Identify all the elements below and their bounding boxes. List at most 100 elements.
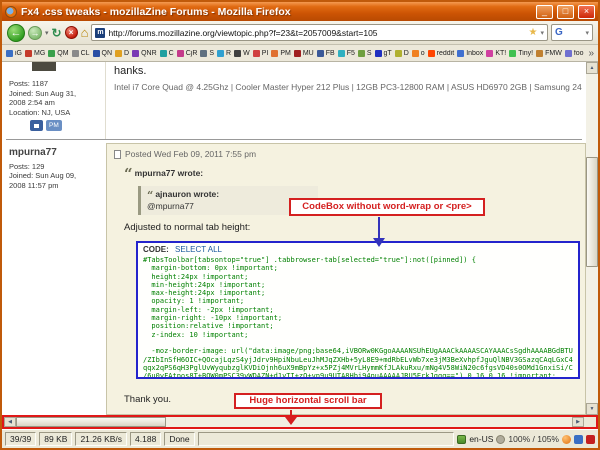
bookmark-item[interactable]: QNR (132, 49, 157, 57)
bookmark-item[interactable]: PI (252, 49, 268, 57)
bookmark-item[interactable]: Tiny! (509, 49, 534, 57)
bookmark-item[interactable]: D (115, 49, 129, 57)
code-line: height:24px !important; (143, 272, 249, 281)
bookmark-item[interactable]: foo (564, 49, 584, 57)
bookmark-item[interactable]: QM (48, 49, 69, 57)
home-button[interactable]: ⌂ (81, 26, 89, 39)
bookmark-label: MG (34, 49, 46, 57)
back-button[interactable]: ← (7, 23, 25, 42)
bookmark-favicon (337, 49, 345, 57)
annotation-arrow-codebox (378, 217, 380, 239)
bookmarks-overflow-chevron[interactable]: » (586, 48, 594, 59)
bookmark-item[interactable]: C (159, 49, 174, 57)
annotation-arrowhead-codebox (373, 238, 385, 247)
bookmark-favicon (92, 49, 100, 57)
profile-icon[interactable] (30, 120, 43, 131)
gear-icon[interactable] (496, 434, 506, 444)
extension-icon-2[interactable] (574, 434, 583, 444)
scroll-down-button[interactable]: ▼ (586, 403, 598, 415)
bookmark-label: R (226, 49, 232, 57)
select-all-link[interactable]: SELECT ALL (175, 245, 222, 254)
search-box[interactable]: G ▾ (551, 24, 593, 41)
bookmark-item[interactable]: CL (71, 49, 90, 57)
post-divider (6, 139, 582, 140)
extension-icon-1[interactable] (562, 434, 571, 444)
bookmark-item[interactable]: Inbox (457, 49, 483, 57)
code-line: #TabsToolbar[tabsontop="true"] .tabbrows… (143, 256, 476, 264)
url-dropdown-icon[interactable]: ▾ (540, 29, 544, 37)
user-location: Location: NJ, USA (9, 107, 71, 117)
bookmark-label: F5 (346, 49, 355, 57)
bookmark-favicon (564, 49, 572, 57)
bookmark-item[interactable]: CjR (176, 49, 198, 57)
code-line: margin-bottom: 0px !important; (143, 264, 278, 273)
bookmark-item[interactable]: o (411, 49, 425, 57)
code-line: position:relative !important; (143, 322, 274, 331)
bookmark-item[interactable]: F5 (337, 49, 355, 57)
code-box: CODE: SELECT ALL #TabsToolbar[tabsontop=… (136, 241, 580, 379)
bookmark-item[interactable]: reddit (427, 49, 454, 57)
status-segment: 21.26 KB/s (75, 432, 128, 446)
user-posts: Posts: 129 (9, 161, 45, 171)
status-spacer (197, 432, 455, 446)
code-label: CODE: (143, 245, 169, 254)
vertical-scrollbar-thumb[interactable] (586, 157, 598, 267)
forward-button[interactable]: → (28, 25, 42, 40)
bookmark-item[interactable]: S (357, 49, 372, 57)
horizontal-scrollbar-thumb[interactable] (16, 417, 166, 427)
zoom-indicator[interactable]: 100% / 105% (508, 434, 559, 444)
extension-icon-3[interactable] (586, 434, 595, 444)
bookmark-label: CL (80, 49, 90, 57)
annotation-arrowhead-scrollbar (285, 417, 297, 425)
bookmark-item[interactable]: FMW (536, 49, 562, 57)
bookmark-star-icon[interactable]: ★ (529, 27, 538, 38)
bookmark-favicon (357, 49, 365, 57)
vertical-scrollbar[interactable]: ▲ ▼ (586, 62, 598, 415)
titlebar[interactable]: Fx4 .css tweaks - mozillaZine Forums - M… (2, 2, 598, 21)
bookmark-label: D (403, 49, 409, 57)
bookmark-item[interactable]: R (217, 49, 232, 57)
bookmark-label: QM (57, 49, 69, 57)
bookmark-item[interactable]: W (234, 49, 250, 57)
bookmark-favicon (293, 49, 301, 57)
code-line: /ZIbInSfH6OIC+QOcajLqzS4yjJdrv9HpiNbuLeu… (143, 355, 573, 364)
bookmark-item[interactable]: KT! (486, 49, 506, 57)
post-signature: Intel i7 Core Quad @ 4.25Ghz | Cooler Ma… (114, 82, 582, 92)
bookmark-item[interactable]: QN (92, 49, 112, 57)
history-dropdown-icon[interactable]: ▾ (45, 29, 49, 37)
pm-button[interactable]: PM (46, 120, 62, 131)
locale-indicator[interactable]: en-US (469, 434, 493, 444)
close-button[interactable]: × (578, 4, 595, 19)
bookmark-item[interactable]: gT (374, 49, 392, 57)
bookmark-item[interactable]: MG (25, 49, 46, 57)
scroll-up-button[interactable]: ▲ (586, 62, 598, 74)
bookmark-label: gT (383, 49, 392, 57)
reload-button[interactable]: ↻ (52, 27, 62, 39)
bookmark-item[interactable]: MU (293, 49, 314, 57)
bookmark-item[interactable]: D (394, 49, 409, 57)
bookmark-item[interactable]: S (200, 49, 214, 57)
bookmark-favicon (176, 49, 184, 57)
minimize-button[interactable]: _ (536, 4, 553, 19)
bookmark-label: foo (573, 49, 584, 57)
bookmark-item[interactable]: FB (316, 49, 335, 57)
horizontal-scrollbar-track[interactable] (166, 417, 572, 427)
bookmark-favicon (6, 49, 13, 57)
search-engine-dropdown-icon[interactable]: ▾ (585, 29, 589, 37)
url-text[interactable]: http://forums.mozillazine.org/viewtopic.… (108, 28, 525, 38)
firefox-icon (5, 5, 17, 18)
scroll-left-button[interactable]: ◀ (4, 417, 16, 427)
bookmark-item[interactable]: PM (271, 49, 291, 57)
bookmark-label: CjR (185, 49, 198, 57)
bookmark-item[interactable]: iG (6, 49, 22, 57)
horizontal-scrollbar[interactable]: ◀ ▶ (2, 415, 598, 429)
status-bar: 39/39 89 KB 21.26 KB/s 4.188 Done en-US … (2, 429, 598, 448)
post-page-icon[interactable] (114, 149, 121, 159)
url-bar[interactable]: m http://forums.mozillazine.org/viewtopi… (91, 24, 548, 41)
stop-button[interactable]: × (64, 26, 78, 39)
scroll-right-button[interactable]: ▶ (572, 417, 584, 427)
bookmark-label: Tiny! (518, 49, 534, 57)
window-title: Fx4 .css tweaks - mozillaZine Forums - M… (21, 5, 291, 18)
code-body[interactable]: #TabsToolbar[tabsontop="true"] .tabbrows… (143, 256, 573, 377)
maximize-button[interactable]: □ (557, 4, 574, 19)
